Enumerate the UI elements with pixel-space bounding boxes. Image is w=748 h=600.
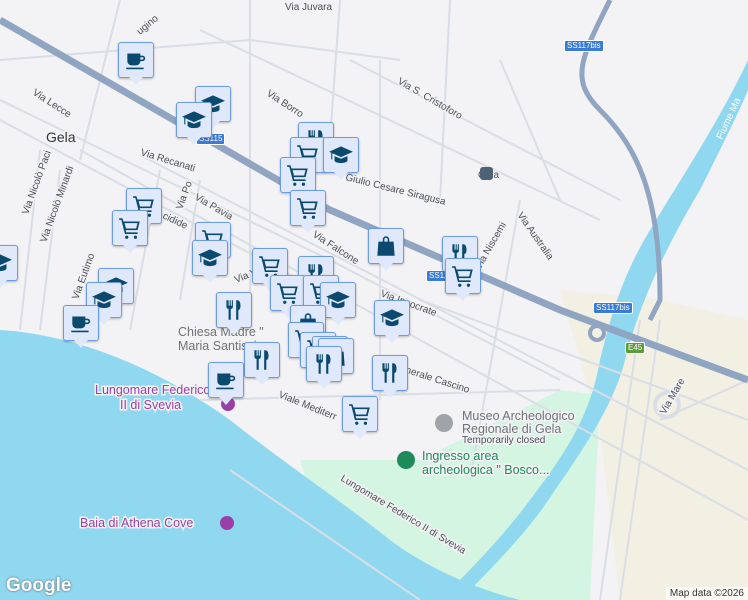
- museum-icon[interactable]: [435, 414, 453, 432]
- education-icon: [0, 250, 13, 276]
- map-marker-education[interactable]: [374, 300, 410, 343]
- poi-label: Ingresso area: [422, 449, 498, 463]
- map-marker-cafe[interactable]: [208, 362, 244, 405]
- poi-label: Baia di Athena Cove: [80, 516, 193, 530]
- map-marker-shopping-cart[interactable]: [280, 157, 316, 200]
- map-marker-restaurant[interactable]: [372, 355, 408, 398]
- street-label: Via Juvara: [285, 2, 333, 13]
- shopping-cart-icon: [275, 280, 301, 306]
- road-shield: SS117bis: [593, 302, 633, 314]
- city-label: Gela: [46, 129, 76, 145]
- education-icon: [325, 287, 351, 313]
- cafe-icon: [213, 367, 239, 393]
- map-marker-cafe[interactable]: [63, 305, 99, 348]
- shopping-bag-icon: [373, 233, 399, 259]
- restaurant-icon: [377, 360, 403, 386]
- map-attribution[interactable]: Map data ©2026: [665, 587, 748, 600]
- poi-label: II di Svevia: [120, 398, 181, 412]
- education-icon: [328, 142, 354, 168]
- restaurant-icon: [249, 347, 275, 373]
- poi-label: Lungomare Federico: [95, 383, 210, 397]
- park-icon[interactable]: [397, 451, 415, 469]
- shopping-cart-icon: [117, 215, 143, 241]
- map-marker-shopping-cart[interactable]: [342, 396, 378, 439]
- map-marker-shopping-bag[interactable]: [368, 228, 404, 271]
- cafe-icon: [68, 310, 94, 336]
- poi-label: Regionale di Gela: [462, 422, 561, 436]
- poi-label: archeologica " Bosco...: [422, 463, 549, 477]
- education-icon: [197, 245, 223, 271]
- restaurant-icon: [311, 351, 337, 377]
- road-shield: E45: [625, 342, 646, 354]
- poi-label: Museo Archeologico: [462, 409, 575, 423]
- map-marker-education[interactable]: [323, 137, 359, 180]
- map-marker-education[interactable]: [192, 240, 228, 283]
- map-marker-restaurant[interactable]: [306, 346, 342, 389]
- road-shield: SS117bis: [564, 40, 604, 52]
- map-marker-cafe[interactable]: [118, 42, 154, 85]
- shopping-cart-icon: [285, 162, 311, 188]
- shopping-cart-icon: [450, 263, 476, 289]
- map-marker-education[interactable]: [0, 245, 18, 288]
- education-icon: [181, 107, 207, 133]
- poi-status: Temporarily closed: [462, 435, 545, 446]
- google-logo: Google: [6, 575, 72, 596]
- shopping-cart-icon: [347, 401, 373, 427]
- restaurant-icon: [221, 297, 247, 323]
- map-marker-restaurant[interactable]: [216, 292, 252, 335]
- cafe-icon: [123, 47, 149, 73]
- poi-pin-icon[interactable]: [220, 516, 234, 530]
- map-marker-shopping-cart[interactable]: [290, 190, 326, 233]
- train-station-icon[interactable]: [480, 167, 493, 180]
- map-marker-restaurant[interactable]: [244, 342, 280, 385]
- map-marker-shopping-cart[interactable]: [445, 258, 481, 301]
- map-marker-education[interactable]: [176, 102, 212, 145]
- education-icon: [379, 305, 405, 331]
- shopping-cart-icon: [295, 195, 321, 221]
- map-marker-shopping-cart[interactable]: [112, 210, 148, 253]
